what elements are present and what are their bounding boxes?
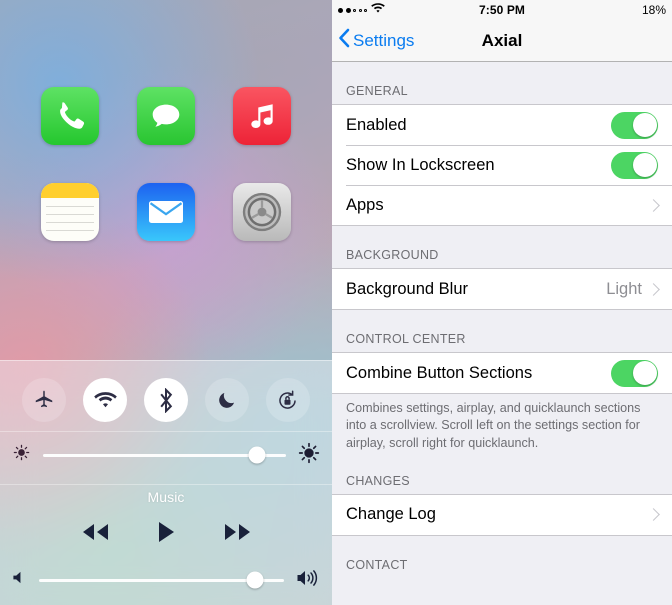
brightness-low-icon [12,443,31,467]
do-not-disturb-button[interactable] [204,378,249,422]
brightness-slider-row[interactable] [0,432,332,478]
section-group-control-center: Combine Button Sections [332,352,672,394]
notes-rule [46,206,94,207]
rotation-lock-button[interactable] [265,378,310,422]
row-value: Light [606,279,642,298]
row-label: Change Log [346,505,436,524]
signal-dot-filled [338,7,343,13]
brightness-slider-knob[interactable] [248,446,266,464]
previous-track-button[interactable] [80,522,110,547]
app-cell-notes[interactable] [39,183,101,241]
row-label: Background Blur [346,279,468,298]
play-button[interactable] [158,521,175,548]
section-header-background: BACKGROUND [346,248,439,262]
app-icon-grid [0,0,332,241]
app-cell-phone[interactable] [39,87,101,145]
signal-dot-empty [358,8,362,12]
app-cell-messages[interactable] [135,87,197,145]
back-button[interactable]: Settings [332,28,414,53]
screenshot-root: Music 7:50 PM 18% Settings Axial GENERAL… [0,0,672,605]
messages-icon[interactable] [137,87,195,145]
volume-slider-knob[interactable] [246,571,264,589]
settings-list[interactable]: GENERAL Enabled Show In Lockscreen Apps [332,62,672,605]
status-bar-left [338,3,479,17]
switch-knob [632,361,657,385]
wifi-button[interactable] [83,378,128,422]
phone-icon[interactable] [41,87,99,145]
control-center-grabber[interactable] [147,366,185,370]
section-group-background: Background Blur Light [332,268,672,310]
switch-knob [632,153,657,177]
volume-high-icon [296,568,320,593]
status-bar-time: 7:50 PM [478,3,526,17]
volume-low-icon [12,570,27,590]
signal-dot-filled [345,7,351,13]
control-center-toggle-row [0,361,332,425]
brightness-slider-track[interactable] [43,446,286,464]
enabled-switch[interactable] [611,111,658,139]
app-cell-mail[interactable] [135,183,197,241]
music-icon[interactable] [233,87,291,145]
row-enabled[interactable]: Enabled [332,105,672,145]
control-center-panel[interactable]: Music [0,360,332,605]
section-header-contact: CONTACT [346,557,408,572]
mail-icon[interactable] [137,183,195,241]
row-label: Combine Button Sections [346,363,533,382]
music-transport-row [0,511,332,557]
section-header-control-center: CONTROL CENTER [346,332,466,346]
brightness-high-icon [298,442,320,469]
row-label: Enabled [346,115,407,134]
volume-slider-row[interactable] [0,557,332,603]
row-background-blur[interactable]: Background Blur Light [332,269,672,309]
switch-knob [632,113,657,137]
notes-rule [46,230,94,231]
row-label: Apps [346,195,384,214]
music-title: Music [147,489,185,505]
row-label: Show In Lockscreen [346,155,495,174]
chevron-right-icon [647,508,660,522]
app-cell-music[interactable] [231,87,293,145]
app-cell-settings[interactable] [231,183,293,241]
status-bar-battery: 18% [641,3,666,17]
signal-dot-empty [364,8,367,12]
back-button-label: Settings [353,30,415,50]
chevron-right-icon [647,198,660,212]
signal-strength-dots [338,7,367,13]
notes-icon[interactable] [41,183,99,241]
row-combine-button-sections[interactable]: Combine Button Sections [332,353,672,393]
music-controls-section: Music [0,485,332,557]
next-track-button[interactable] [223,522,253,547]
settings-gear-icon[interactable] [233,183,291,241]
section-group-general: Enabled Show In Lockscreen Apps [332,104,672,226]
wifi-icon [371,3,385,17]
bluetooth-button[interactable] [143,378,188,422]
control-center-footnote: Combines settings, airplay, and quicklau… [346,401,641,450]
section-group-changes: Change Log [332,493,672,536]
row-show-in-lockscreen[interactable]: Show In Lockscreen [332,145,672,185]
show-in-lockscreen-switch[interactable] [611,151,658,179]
chevron-left-icon [338,28,350,53]
navigation-bar: Settings Axial [332,20,672,62]
status-bar: 7:50 PM 18% [332,0,672,20]
app-row-1 [0,87,332,145]
combine-button-sections-switch[interactable] [611,359,658,387]
chevron-right-icon [647,282,660,296]
row-apps[interactable]: Apps [332,185,672,225]
app-row-2 [0,183,332,241]
row-change-log[interactable]: Change Log [332,494,672,535]
airplane-mode-button[interactable] [22,378,67,422]
notes-rule [46,222,94,223]
notes-header-bar [41,183,99,198]
section-header-general: GENERAL [346,84,408,98]
settings-app: 7:50 PM 18% Settings Axial GENERAL Enabl… [332,0,672,605]
section-header-changes: CHANGES [346,473,410,488]
signal-dot-empty [353,8,356,12]
volume-slider-track[interactable] [39,571,284,589]
notes-rule [46,214,94,215]
ios-home-screen: Music [0,0,332,605]
